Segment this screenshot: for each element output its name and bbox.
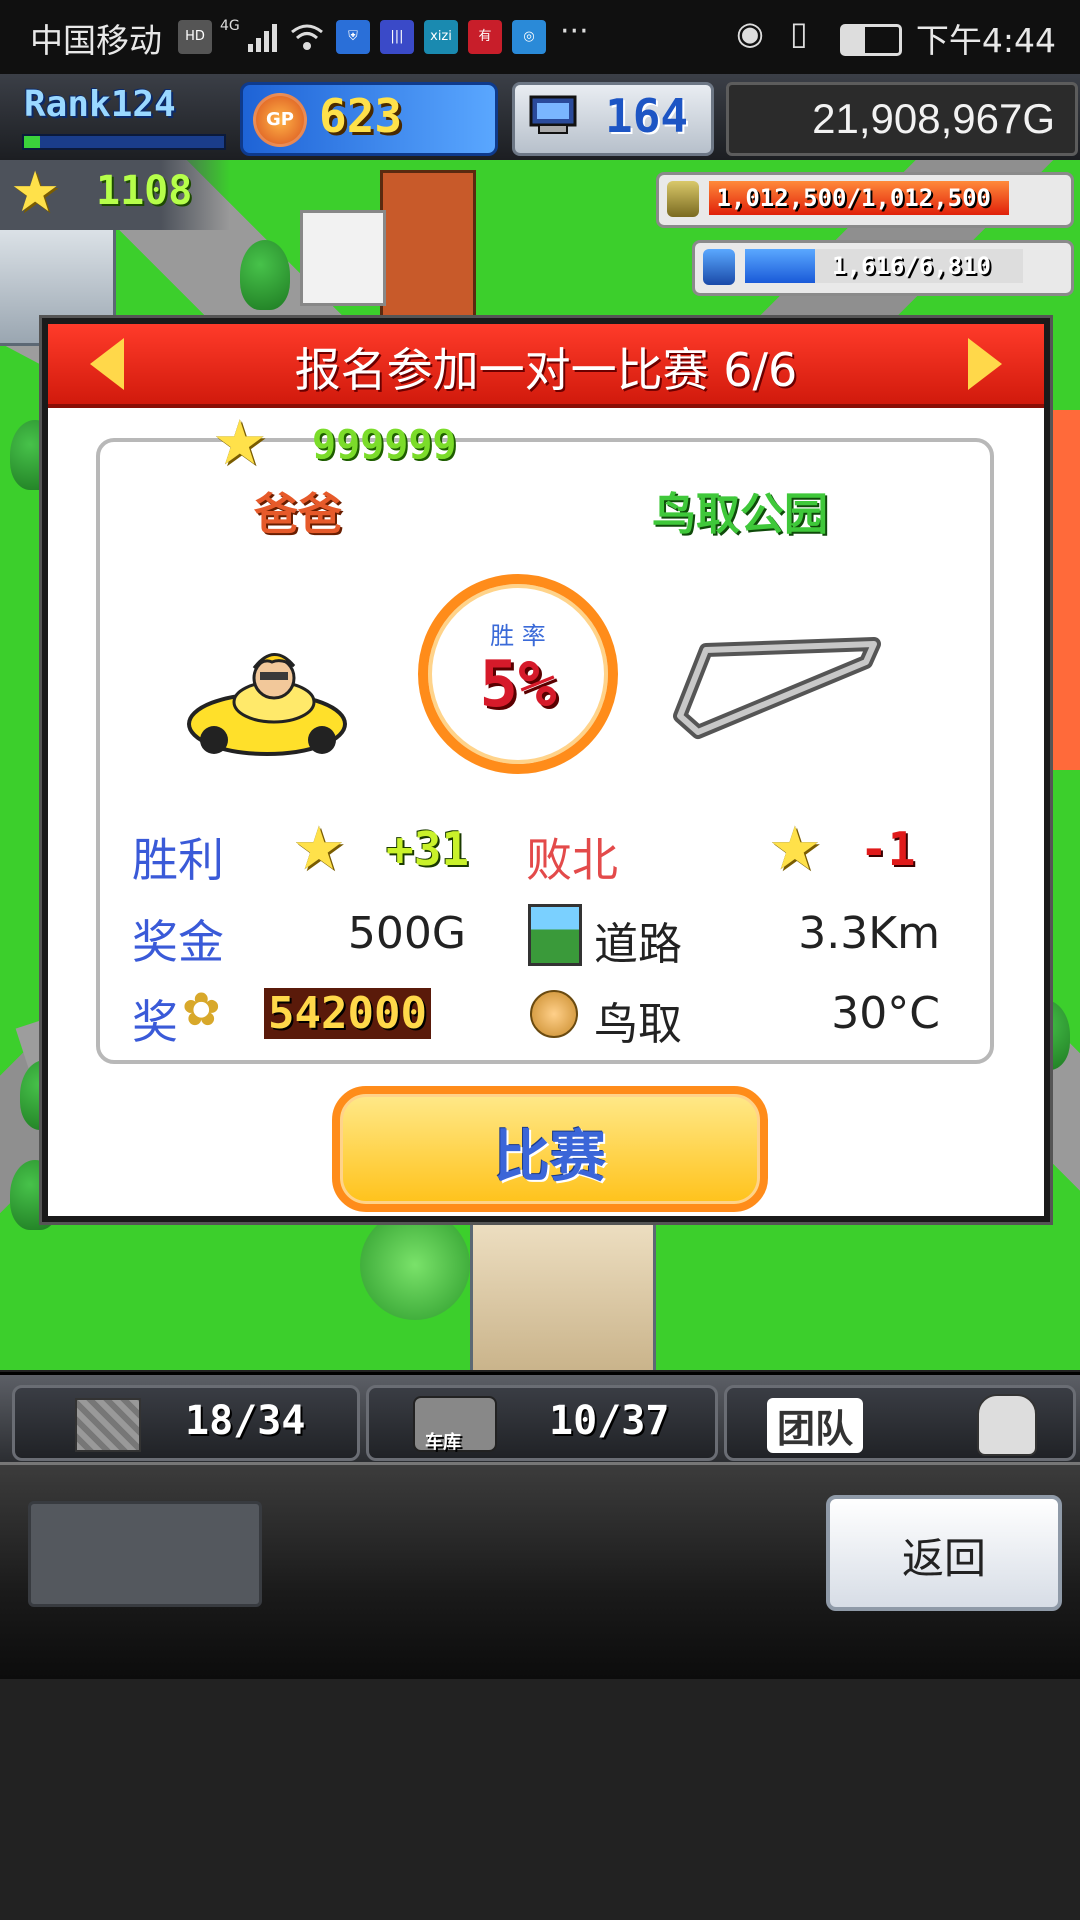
wifi-icon bbox=[290, 20, 324, 54]
course-name: 鸟取公园 bbox=[652, 489, 828, 540]
app-icon: ||| bbox=[380, 20, 414, 54]
star-icon: ★ bbox=[10, 160, 61, 225]
network-label: 4G bbox=[220, 18, 240, 34]
carrier-label: 中国移动 bbox=[30, 21, 162, 60]
battery-icon bbox=[840, 24, 902, 56]
info-box bbox=[28, 1501, 262, 1607]
required-stars: 999999 bbox=[312, 422, 457, 468]
pc-value: 164 bbox=[605, 89, 689, 143]
win-rate-label: 胜 率 bbox=[490, 622, 546, 650]
garage-label: 车库 bbox=[425, 1432, 461, 1453]
gp-display[interactable]: GP 623 bbox=[240, 82, 498, 156]
lose-label: 败北 bbox=[526, 833, 618, 887]
road-icon bbox=[528, 904, 582, 966]
track-layout-icon bbox=[673, 637, 881, 739]
signal-icon bbox=[246, 20, 280, 54]
tree bbox=[240, 240, 290, 310]
team-member-icon bbox=[977, 1394, 1037, 1456]
bottle-icon bbox=[703, 249, 735, 285]
crate-icon bbox=[75, 1398, 141, 1452]
back-button[interactable]: 返回 bbox=[826, 1495, 1062, 1611]
rank-label: Rank124 bbox=[24, 84, 176, 125]
money-value: 21,908,967G bbox=[812, 95, 1055, 142]
rank-progress-bar bbox=[22, 134, 226, 150]
race-car-icon bbox=[187, 653, 347, 756]
location-label: 鸟取 bbox=[594, 999, 682, 1050]
garage-slot[interactable]: 车库 10/37 bbox=[366, 1385, 718, 1461]
browser-app-icon: ◎ bbox=[512, 20, 546, 54]
win-points: +31 bbox=[386, 822, 470, 876]
status-bar: 中国移动 HD 4G ⛨ ||| xizi 有 ◎ ··· ◉ ▯ 下午4:44 bbox=[0, 0, 1080, 74]
bottom-hud-bar: 18/34 车库 10/37 团队 bbox=[0, 1372, 1080, 1465]
research-value: 1,616/6,810 bbox=[832, 252, 991, 280]
bonus-label: 奖 bbox=[132, 995, 178, 1049]
inventory-count: 18/34 bbox=[185, 1398, 306, 1444]
dialog-header: 报名参加一对一比赛 6/6 bbox=[48, 324, 1044, 408]
news-app-icon: 有 bbox=[468, 20, 502, 54]
temperature: 30°C bbox=[831, 988, 940, 1039]
wheat-icon: ✿ bbox=[182, 982, 221, 1036]
gp-coin-icon: GP bbox=[253, 93, 307, 147]
fuel-value: 1,012,500/1,012,500 bbox=[716, 184, 991, 212]
team-slot[interactable]: 团队 bbox=[724, 1385, 1076, 1461]
race-button-label: 比赛 bbox=[494, 1125, 606, 1190]
next-arrow-icon[interactable] bbox=[968, 338, 1002, 390]
top-hud-bar: Rank124 GP 623 164 21,908,967G bbox=[0, 74, 1080, 162]
match-info-card: ★ 999999 爸爸 鸟取公园 胜 率 5% 胜利 ★ +31 败北 ★ -1 bbox=[96, 406, 994, 1064]
prize-value: 500G bbox=[347, 908, 466, 959]
building bbox=[300, 210, 386, 306]
win-rate-badge: 胜 率 5% bbox=[418, 574, 618, 774]
bonus-value: 542000 bbox=[264, 988, 431, 1039]
gp-value: 623 bbox=[319, 89, 403, 143]
road-label: 道路 bbox=[594, 919, 682, 970]
team-label: 团队 bbox=[767, 1398, 864, 1453]
eye-icon: ◉ bbox=[736, 14, 764, 52]
rank-display[interactable]: Rank124 bbox=[14, 82, 226, 150]
clock: 下午4:44 bbox=[915, 21, 1056, 60]
shield-app-icon: ⛨ bbox=[336, 20, 370, 54]
fuel-resource-bar: 1,012,500/1,012,500 bbox=[656, 172, 1074, 228]
star-icon: ★ bbox=[292, 814, 346, 884]
hd-icon: HD bbox=[178, 20, 212, 54]
dialog-title: 报名参加一对一比赛 6/6 bbox=[294, 343, 798, 397]
road-length: 3.3Km bbox=[798, 908, 940, 959]
win-rate-value: 5% bbox=[479, 648, 557, 722]
lower-panel: 返回 bbox=[0, 1462, 1080, 1679]
garage-count: 10/37 bbox=[549, 1398, 670, 1444]
computer-icon bbox=[529, 95, 577, 134]
prize-label: 奖金 bbox=[132, 915, 224, 969]
pear-icon bbox=[530, 990, 578, 1038]
booth-building bbox=[470, 1200, 656, 1370]
research-fill bbox=[745, 249, 815, 283]
star-counter: ★ 1108 bbox=[0, 160, 230, 230]
star-icon: ★ bbox=[768, 814, 822, 884]
vibrate-icon: ▯ bbox=[790, 14, 808, 52]
star-icon: ★ bbox=[212, 406, 268, 479]
coin-stack-icon bbox=[667, 181, 699, 217]
building bbox=[380, 170, 476, 336]
more-icon: ··· bbox=[560, 14, 589, 49]
back-button-label: 返回 bbox=[901, 1534, 986, 1583]
inventory-slot[interactable]: 18/34 bbox=[12, 1385, 360, 1461]
xizi-app-icon: xizi bbox=[424, 20, 458, 54]
money-display: 21,908,967G bbox=[726, 82, 1078, 156]
star-count: 1108 bbox=[96, 168, 193, 214]
match-entry-dialog: 报名参加一对一比赛 6/6 ★ 999999 爸爸 鸟取公园 胜 率 5% 胜利… bbox=[42, 318, 1050, 1222]
palm-tree bbox=[360, 1210, 470, 1320]
lose-points: -1 bbox=[860, 822, 916, 876]
race-button[interactable]: 比赛 bbox=[332, 1086, 768, 1212]
research-resource-bar: 1,616/6,810 bbox=[692, 240, 1074, 296]
win-label: 胜利 bbox=[132, 833, 224, 887]
opponent-name: 爸爸 bbox=[254, 489, 342, 540]
pc-display[interactable]: 164 bbox=[512, 82, 714, 156]
